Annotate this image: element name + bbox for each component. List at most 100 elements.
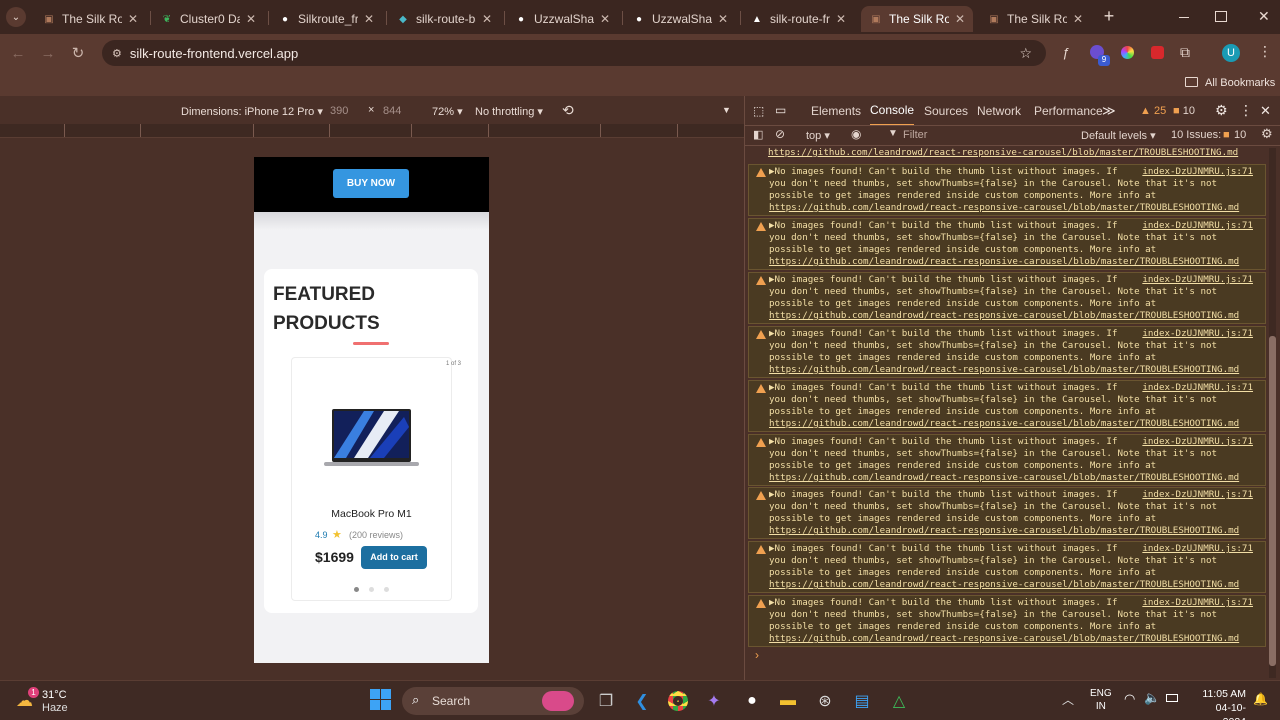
- close-devtools-icon[interactable]: ✕: [1260, 103, 1271, 119]
- console-top-url[interactable]: https://github.com/leandrowd/react-respo…: [768, 147, 1238, 158]
- github-desktop-icon[interactable]: ●: [740, 689, 764, 713]
- message-url-link[interactable]: https://github.com/leandrowd/react-respo…: [769, 525, 1261, 537]
- console-warning-message[interactable]: ▶No images found! Can't build the thumb …: [748, 541, 1266, 594]
- console-prompt[interactable]: ›: [755, 648, 759, 662]
- chrome-icon[interactable]: [666, 689, 690, 713]
- close-tab-icon[interactable]: ✕: [718, 12, 728, 26]
- zoom-select[interactable]: 72% ▾: [432, 105, 463, 118]
- message-source-link[interactable]: index-DzUJNMRU.js:71: [1142, 220, 1253, 232]
- back-button[interactable]: ←: [6, 41, 30, 65]
- language-indicator[interactable]: ENG IN: [1090, 687, 1112, 713]
- browser-tab[interactable]: ▣ The Silk Route ✕: [861, 6, 973, 32]
- message-url-link[interactable]: https://github.com/leandrowd/react-respo…: [769, 418, 1261, 430]
- extensions-puzzle-icon[interactable]: ⧉: [1180, 44, 1190, 61]
- context-select[interactable]: top ▾: [806, 129, 830, 142]
- battery-icon[interactable]: [1166, 694, 1178, 702]
- clock[interactable]: 11:05 AM 04-10-2024: [1196, 687, 1246, 720]
- volume-icon[interactable]: 🔈: [1144, 690, 1160, 706]
- message-source-link[interactable]: index-DzUJNMRU.js:71: [1142, 543, 1253, 555]
- maximize-button[interactable]: [1215, 11, 1227, 22]
- chevron-up-icon[interactable]: ︿: [1062, 691, 1074, 708]
- drive-icon[interactable]: △: [887, 689, 911, 713]
- forward-button[interactable]: →: [36, 41, 60, 65]
- minimize-button[interactable]: [1176, 9, 1192, 25]
- close-window-button[interactable]: ✕: [1258, 8, 1270, 25]
- throttling-select[interactable]: No throttling ▾: [475, 105, 543, 118]
- console-warning-message[interactable]: ▶No images found! Can't build the thumb …: [748, 433, 1266, 486]
- devtools-tab-console[interactable]: Console: [870, 96, 915, 126]
- carousel-dot[interactable]: [384, 587, 389, 592]
- message-url-link[interactable]: https://github.com/leandrowd/react-respo…: [769, 579, 1261, 591]
- filter-input[interactable]: Filter: [903, 129, 927, 141]
- browser-tab[interactable]: ❦ Cluster0 Data ✕: [152, 6, 264, 32]
- console-warning-message[interactable]: ▶No images found! Can't build the thumb …: [748, 595, 1266, 648]
- color-wheel-icon[interactable]: [1121, 46, 1134, 59]
- start-button[interactable]: [370, 689, 392, 711]
- file-explorer-icon[interactable]: ▬: [776, 689, 800, 713]
- message-source-link[interactable]: index-DzUJNMRU.js:71: [1142, 274, 1253, 286]
- close-tab-icon[interactable]: ✕: [128, 12, 138, 26]
- extension-fx-icon[interactable]: ƒ: [1062, 45, 1069, 60]
- carousel-dot[interactable]: [369, 587, 374, 592]
- close-tab-icon[interactable]: ✕: [482, 12, 492, 26]
- devtools-tab-performance[interactable]: Performance: [1034, 96, 1103, 126]
- close-tab-icon[interactable]: ✕: [1073, 12, 1083, 26]
- copilot-icon[interactable]: ✦: [702, 689, 726, 713]
- close-tab-icon[interactable]: ✕: [600, 12, 610, 26]
- browser-tab[interactable]: ▣ The Silk Route ✕: [979, 6, 1091, 32]
- console-warning-message[interactable]: ▶No images found! Can't build the thumb …: [748, 487, 1266, 540]
- message-source-link[interactable]: index-DzUJNMRU.js:71: [1142, 382, 1253, 394]
- wifi-icon[interactable]: ◠: [1124, 691, 1135, 707]
- address-bar[interactable]: ⚙ silk-route-frontend.vercel.app ☆: [102, 40, 1046, 66]
- devtools-tab-elements[interactable]: Elements: [811, 96, 861, 126]
- browser-tab[interactable]: ▣ The Silk Route ✕: [34, 6, 146, 32]
- close-tab-icon[interactable]: ✕: [955, 12, 965, 26]
- console-warning-message[interactable]: ▶No images found! Can't build the thumb …: [748, 271, 1266, 324]
- issues-label[interactable]: 10 Issues:: [1171, 129, 1221, 141]
- device-toggle-icon[interactable]: ▭: [775, 103, 786, 117]
- sidebar-toggle-icon[interactable]: ◧: [753, 128, 763, 141]
- scrollbar-thumb[interactable]: [1269, 336, 1276, 666]
- device-more-icon[interactable]: ▼: [722, 105, 731, 115]
- device-select[interactable]: Dimensions: iPhone 12 Pro ▾: [181, 105, 323, 118]
- console-settings-icon[interactable]: ⚙: [1261, 126, 1273, 142]
- message-source-link[interactable]: index-DzUJNMRU.js:71: [1142, 166, 1253, 178]
- close-tab-icon[interactable]: ✕: [364, 12, 374, 26]
- message-url-link[interactable]: https://github.com/leandrowd/react-respo…: [769, 633, 1261, 645]
- console-warning-message[interactable]: ▶No images found! Can't build the thumb …: [748, 379, 1266, 432]
- message-url-link[interactable]: https://github.com/leandrowd/react-respo…: [769, 364, 1261, 376]
- levels-select[interactable]: Default levels ▾: [1081, 129, 1156, 142]
- browser-menu-icon[interactable]: ⋮: [1258, 43, 1272, 60]
- rotate-icon[interactable]: ⟲: [562, 102, 574, 119]
- task-view-icon[interactable]: ❐: [594, 689, 618, 713]
- more-tabs-icon[interactable]: ≫: [1102, 103, 1116, 119]
- message-url-link[interactable]: https://github.com/leandrowd/react-respo…: [769, 472, 1261, 484]
- red-extension-icon[interactable]: [1151, 46, 1164, 59]
- message-source-link[interactable]: index-DzUJNMRU.js:71: [1142, 489, 1253, 501]
- inspect-icon[interactable]: ⬚: [753, 104, 764, 118]
- console-warning-message[interactable]: ▶No images found! Can't build the thumb …: [748, 164, 1266, 216]
- console-warning-message[interactable]: ▶No images found! Can't build the thumb …: [748, 217, 1266, 270]
- message-source-link[interactable]: index-DzUJNMRU.js:71: [1142, 328, 1253, 340]
- carousel-dot[interactable]: [354, 587, 359, 592]
- product-image[interactable]: [324, 407, 419, 469]
- message-url-link[interactable]: https://github.com/leandrowd/react-respo…: [769, 256, 1261, 268]
- reload-button[interactable]: ↻: [66, 41, 90, 65]
- settings-gear-icon[interactable]: ⚙: [1215, 102, 1228, 119]
- message-url-link[interactable]: https://github.com/leandrowd/react-respo…: [769, 310, 1261, 322]
- close-tab-icon[interactable]: ✕: [246, 12, 256, 26]
- browser-tab[interactable]: ● UzzwalSharm ✕: [624, 6, 736, 32]
- star-icon[interactable]: ☆: [1019, 45, 1032, 62]
- new-tab-button[interactable]: +: [1100, 7, 1118, 27]
- vscode-icon[interactable]: ❮: [630, 689, 654, 713]
- console-warning-message[interactable]: ▶No images found! Can't build the thumb …: [748, 325, 1266, 378]
- browser-tab[interactable]: ● Silkroute_fron ✕: [270, 6, 382, 32]
- issues-count-icon[interactable]: ■ 10: [1173, 105, 1195, 117]
- devtools-tab-sources[interactable]: Sources: [924, 96, 968, 126]
- browser-tab[interactable]: ◆ silk-route-ba ✕: [388, 6, 500, 32]
- message-source-link[interactable]: index-DzUJNMRU.js:71: [1142, 597, 1253, 609]
- site-info-icon[interactable]: ⚙: [112, 47, 122, 60]
- tab-search-button[interactable]: ⌄: [6, 7, 26, 27]
- notepad-icon[interactable]: ▤: [850, 689, 874, 713]
- message-source-link[interactable]: index-DzUJNMRU.js:71: [1142, 436, 1253, 448]
